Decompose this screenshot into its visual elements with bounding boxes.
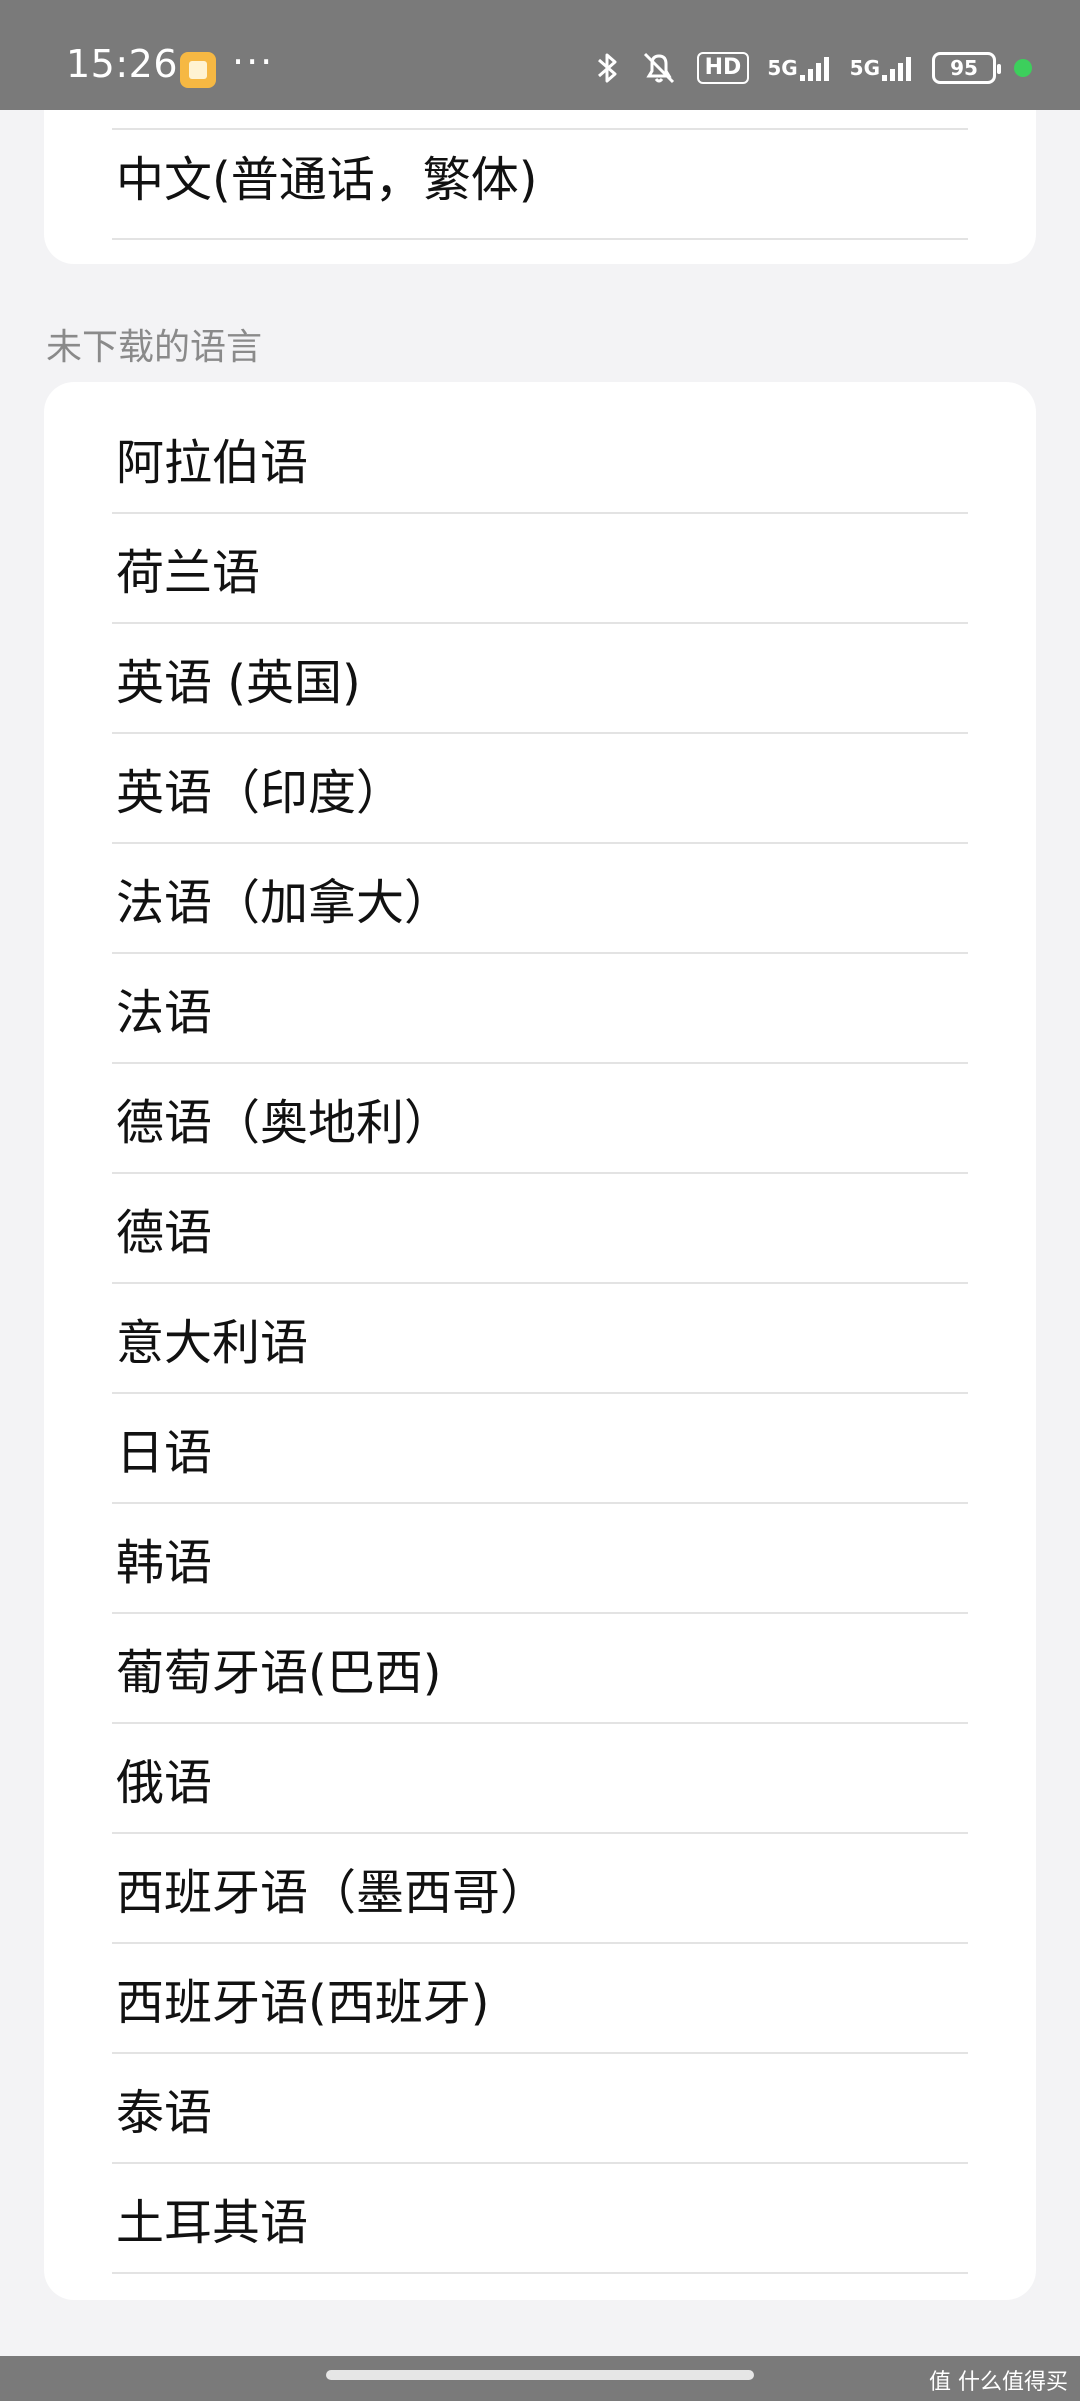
not-downloaded-languages-card: 阿拉伯语 荷兰语 英语 (英国) 英语（印度） 法语（加拿大） 法语 德语（奥地… xyxy=(44,382,1036,2300)
bell-off-icon xyxy=(639,50,679,86)
language-label: 英语 (英国) xyxy=(116,655,361,711)
language-label: 荷兰语 xyxy=(116,545,261,601)
signal-1-icon: 5G xyxy=(767,53,831,83)
language-item[interactable]: 意大利语 xyxy=(112,1284,968,1394)
language-item[interactable]: 法语（加拿大） xyxy=(112,844,968,954)
language-item[interactable]: 英语（印度） xyxy=(112,734,968,844)
status-time: 15:26 xyxy=(66,42,179,86)
language-item[interactable]: 西班牙语（墨西哥） xyxy=(112,1834,968,1944)
status-bar: 15:26 ··· HD 5G 5G 95 xyxy=(0,0,1080,110)
home-gesture-handle[interactable] xyxy=(326,2370,754,2380)
language-item-chinese-traditional[interactable]: 中文(普通话，繁体) xyxy=(116,156,537,204)
privacy-indicator-dot xyxy=(1014,59,1032,77)
language-label: 韩语 xyxy=(116,1535,213,1591)
language-label: 泰语 xyxy=(116,2085,213,2141)
language-label: 阿拉伯语 xyxy=(116,435,309,491)
language-item[interactable]: 德语 xyxy=(112,1174,968,1284)
language-label: 日语 xyxy=(116,1425,213,1481)
signal-2-icon: 5G xyxy=(850,53,914,83)
divider xyxy=(112,238,968,240)
language-item[interactable]: 阿拉伯语 xyxy=(112,404,968,514)
language-item[interactable]: 西班牙语(西班牙) xyxy=(112,1944,968,2054)
language-item[interactable]: 俄语 xyxy=(112,1724,968,1834)
section-header-not-downloaded: 未下载的语言 xyxy=(46,327,263,368)
language-item[interactable]: 韩语 xyxy=(112,1504,968,1614)
language-label: 意大利语 xyxy=(116,1315,309,1371)
language-item[interactable]: 荷兰语 xyxy=(112,514,968,624)
watermark-text: 值 什么值得买 xyxy=(929,2370,1068,2395)
more-notifications-icon: ··· xyxy=(232,40,275,84)
language-label: 土耳其语 xyxy=(116,2195,309,2251)
status-icons: HD 5G 5G 95 xyxy=(595,46,1032,90)
language-item[interactable]: 泰语 xyxy=(112,2054,968,2164)
language-label: 法语（加拿大） xyxy=(116,875,453,931)
language-item[interactable]: 日语 xyxy=(112,1394,968,1504)
language-item[interactable]: 葡萄牙语(巴西) xyxy=(112,1614,968,1724)
language-label: 英语（印度） xyxy=(116,765,405,821)
battery-icon: 95 xyxy=(932,52,1001,84)
hd-voice-icon: HD xyxy=(696,52,750,84)
bluetooth-icon xyxy=(595,50,621,86)
navigation-bar: 值 什么值得买 xyxy=(0,2356,1080,2401)
language-label: 西班牙语（墨西哥） xyxy=(116,1865,549,1921)
language-item[interactable]: 德语（奥地利） xyxy=(112,1064,968,1174)
language-label: 俄语 xyxy=(116,1755,213,1811)
language-label: 西班牙语(西班牙) xyxy=(116,1975,490,2031)
downloaded-languages-card: 中文(普通话，繁体) xyxy=(44,110,1036,264)
language-label: 葡萄牙语(巴西) xyxy=(116,1645,442,1701)
language-label: 法语 xyxy=(116,985,213,1041)
network-type-2: 5G xyxy=(849,56,880,80)
network-type-1: 5G xyxy=(767,56,798,80)
language-item[interactable]: 英语 (英国) xyxy=(112,624,968,734)
language-item[interactable]: 法语 xyxy=(112,954,968,1064)
notification-app-icon xyxy=(180,52,216,88)
divider xyxy=(112,128,968,130)
language-label: 德语（奥地利） xyxy=(116,1095,453,1151)
language-item[interactable]: 土耳其语 xyxy=(112,2164,968,2274)
language-label: 德语 xyxy=(116,1205,213,1261)
